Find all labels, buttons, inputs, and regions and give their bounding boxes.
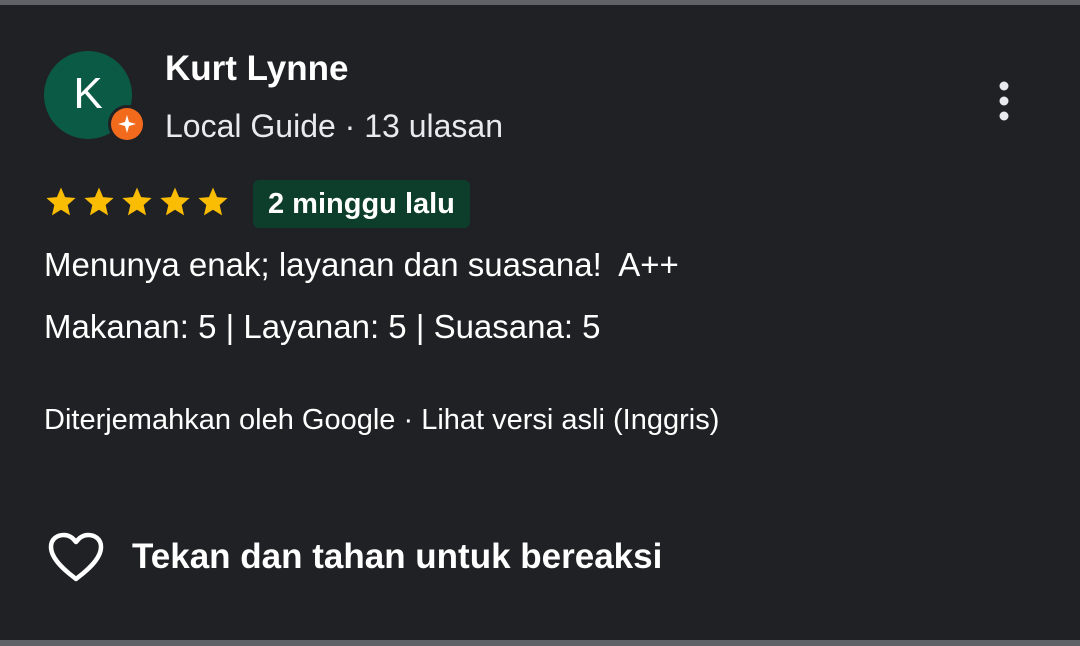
star-icon bbox=[198, 187, 228, 216]
star-rating bbox=[44, 185, 230, 219]
local-guide-badge bbox=[108, 105, 146, 143]
avatar-letter: K bbox=[73, 69, 103, 118]
star-icon bbox=[122, 187, 152, 216]
local-guide-star-icon bbox=[111, 108, 143, 140]
more-options-button[interactable] bbox=[984, 75, 1024, 127]
more-vertical-icon bbox=[999, 81, 1009, 121]
reviewer-name[interactable]: Kurt Lynne bbox=[165, 49, 348, 89]
review-category-ratings: Makanan: 5 | Layanan: 5 | Suasana: 5 bbox=[44, 308, 601, 345]
review-text: Menunya enak; layanan dan suasana! A++ bbox=[44, 246, 679, 283]
bottom-divider bbox=[0, 640, 1080, 646]
star-icon bbox=[160, 187, 190, 216]
translation-notice[interactable]: Diterjemahkan oleh Google · Lihat versi … bbox=[44, 406, 719, 435]
react-label: Tekan dan tahan untuk bereaksi bbox=[132, 537, 663, 576]
review-time-badge: 2 minggu lalu bbox=[253, 180, 470, 228]
star-icon bbox=[84, 187, 114, 216]
review-card: K Kurt Lynne Local Guide · 13 ulasan 2 m… bbox=[0, 5, 1080, 640]
react-button[interactable]: Tekan dan tahan untuk bereaksi bbox=[44, 525, 662, 589]
heart-outline-icon bbox=[44, 525, 108, 589]
reviewer-meta: Local Guide · 13 ulasan bbox=[165, 108, 503, 144]
star-icon bbox=[46, 187, 76, 216]
